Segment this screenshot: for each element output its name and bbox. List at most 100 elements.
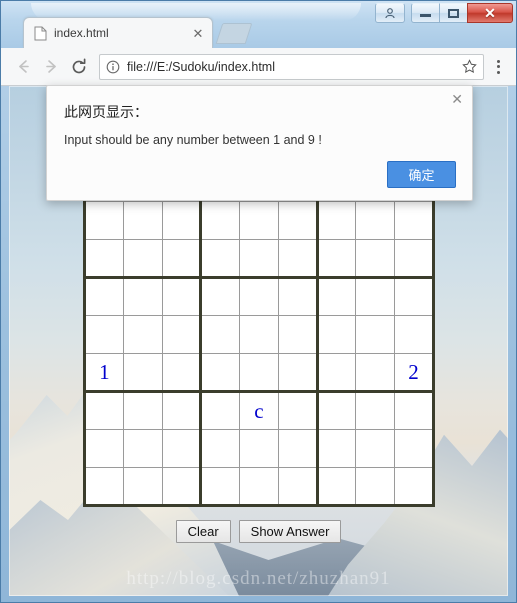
sudoku-cell-r3-c6[interactable] — [277, 239, 318, 278]
sudoku-cell-r7-c7[interactable] — [315, 390, 357, 430]
sudoku-cell-r9-c9[interactable] — [394, 467, 435, 507]
sudoku-cell-r6-c3[interactable] — [161, 353, 202, 392]
sudoku-cell-r8-c7[interactable] — [315, 429, 357, 468]
tab-close-button[interactable]: ✕ — [190, 27, 206, 40]
sudoku-cell-r9-c8[interactable] — [355, 467, 396, 507]
sudoku-cell-r4-c8[interactable] — [355, 276, 396, 316]
sudoku-cell-r8-c5[interactable] — [239, 429, 279, 468]
sudoku-cell-r3-c1[interactable] — [83, 239, 124, 278]
sudoku-cell-r5-c1[interactable] — [83, 315, 124, 354]
back-button[interactable] — [9, 53, 37, 81]
sudoku-cell-r9-c4[interactable] — [199, 467, 241, 507]
sudoku-cell-r6-c5[interactable] — [239, 353, 279, 392]
sudoku-cell-r6-c4[interactable] — [199, 353, 241, 392]
sudoku-cell-r7-c4[interactable] — [199, 390, 241, 430]
url-text[interactable]: file:///E:/Sudoku/index.html — [127, 60, 456, 74]
sudoku-cell-r9-c3[interactable] — [161, 467, 202, 507]
sudoku-cell-r7-c5[interactable]: c — [239, 390, 279, 430]
sudoku-cell-r2-c1[interactable] — [83, 201, 124, 240]
sudoku-cell-r7-c3[interactable] — [161, 390, 202, 430]
sudoku-cell-r4-c6[interactable] — [277, 276, 318, 316]
sudoku-cell-r5-c8[interactable] — [355, 315, 396, 354]
sudoku-cell-r4-c5[interactable] — [239, 276, 279, 316]
sudoku-cell-r4-c2[interactable] — [122, 276, 163, 316]
sudoku-cell-r6-c8[interactable] — [355, 353, 396, 392]
sudoku-cell-r8-c9[interactable] — [394, 429, 435, 468]
sudoku-cell-r4-c1[interactable] — [83, 276, 124, 316]
sudoku-cell-r7-c9[interactable] — [394, 390, 435, 430]
watermark-text: http://blog.csdn.net/zhuzhan91 — [126, 568, 391, 589]
sudoku-cell-r7-c6[interactable] — [277, 390, 318, 430]
sudoku-cell-r5-c3[interactable] — [161, 315, 202, 354]
sudoku-cell-r6-c7[interactable] — [315, 353, 357, 392]
show-answer-button[interactable]: Show Answer — [238, 520, 342, 543]
address-bar[interactable]: file:///E:/Sudoku/index.html — [99, 53, 484, 80]
sudoku-cell-r9-c1[interactable] — [83, 467, 124, 507]
sudoku-board: 12c — [83, 162, 435, 507]
forward-button[interactable] — [37, 53, 65, 81]
sudoku-cell-r4-c7[interactable] — [315, 276, 357, 316]
sudoku-cell-r8-c3[interactable] — [161, 429, 202, 468]
sudoku-cell-r6-c6[interactable] — [277, 353, 318, 392]
sudoku-cell-r2-c4[interactable] — [199, 201, 241, 240]
reload-icon — [70, 58, 88, 76]
sudoku-cell-r2-c3[interactable] — [161, 201, 202, 240]
sudoku-cell-r2-c9[interactable] — [394, 201, 435, 240]
sudoku-cell-r8-c6[interactable] — [277, 429, 318, 468]
sudoku-cell-r3-c9[interactable] — [394, 239, 435, 278]
dialog-close-button[interactable]: ✕ — [451, 92, 463, 106]
sudoku-row — [83, 315, 435, 354]
sudoku-cell-r4-c3[interactable] — [161, 276, 202, 316]
new-tab-button[interactable] — [215, 23, 253, 44]
sudoku-cell-r9-c5[interactable] — [239, 467, 279, 507]
sudoku-cell-r5-c7[interactable] — [315, 315, 357, 354]
clear-button[interactable]: Clear — [175, 520, 231, 543]
sudoku-cell-r3-c3[interactable] — [161, 239, 202, 278]
reload-button[interactable] — [65, 53, 93, 81]
sudoku-cell-r8-c4[interactable] — [199, 429, 241, 468]
sudoku-cell-r9-c6[interactable] — [277, 467, 318, 507]
sudoku-cell-r6-c1[interactable]: 1 — [83, 353, 124, 392]
sudoku-cell-r7-c8[interactable] — [355, 390, 396, 430]
sudoku-cell-r7-c2[interactable] — [122, 390, 163, 430]
sudoku-cell-r3-c2[interactable] — [122, 239, 163, 278]
sudoku-cell-r7-c1[interactable] — [83, 390, 124, 430]
sudoku-cell-r8-c8[interactable] — [355, 429, 396, 468]
sudoku-cell-r9-c7[interactable] — [315, 467, 357, 507]
sudoku-cell-r9-c2[interactable] — [122, 467, 163, 507]
sudoku-cell-r3-c8[interactable] — [355, 239, 396, 278]
sudoku-cell-r5-c9[interactable] — [394, 315, 435, 354]
tab-index-html[interactable]: index.html ✕ — [23, 17, 213, 48]
sudoku-cell-r2-c7[interactable] — [315, 201, 357, 240]
sudoku-cell-r2-c6[interactable] — [277, 201, 318, 240]
sudoku-cell-r3-c7[interactable] — [315, 239, 357, 278]
menu-dot — [496, 59, 500, 63]
sudoku-cell-r5-c6[interactable] — [277, 315, 318, 354]
javascript-alert-dialog: ✕ 此网页显示： Input should be any number betw… — [46, 85, 473, 201]
sudoku-cell-r2-c8[interactable] — [355, 201, 396, 240]
sudoku-cell-r6-c2[interactable] — [122, 353, 163, 392]
sudoku-cell-r8-c2[interactable] — [122, 429, 163, 468]
info-circle-icon[interactable] — [106, 60, 120, 74]
sudoku-cell-r5-c4[interactable] — [199, 315, 241, 354]
sudoku-cell-r8-c1[interactable] — [83, 429, 124, 468]
sudoku-row: 12 — [83, 353, 435, 392]
dialog-title: 此网页显示： — [64, 104, 148, 120]
sudoku-cell-r2-c2[interactable] — [122, 201, 163, 240]
sudoku-cell-r3-c5[interactable] — [239, 239, 279, 278]
arrow-left-icon — [15, 58, 32, 75]
sudoku-cell-r5-c5[interactable] — [239, 315, 279, 354]
sudoku-grid[interactable]: 12c — [83, 162, 435, 507]
sudoku-cell-r5-c2[interactable] — [122, 315, 163, 354]
bookmark-star-icon[interactable] — [462, 59, 477, 74]
sudoku-cell-r4-c9[interactable] — [394, 276, 435, 316]
tab-strip: index.html ✕ — [1, 17, 516, 48]
menu-dot — [496, 65, 500, 68]
three-dot-menu-icon[interactable] — [488, 59, 508, 74]
sudoku-cell-r2-c5[interactable] — [239, 201, 279, 240]
browser-toolbar: file:///E:/Sudoku/index.html — [1, 48, 516, 86]
sudoku-cell-r6-c9[interactable]: 2 — [394, 353, 435, 392]
sudoku-cell-r4-c4[interactable] — [199, 276, 241, 316]
dialog-ok-button[interactable]: 确定 — [387, 161, 456, 188]
sudoku-cell-r3-c4[interactable] — [199, 239, 241, 278]
